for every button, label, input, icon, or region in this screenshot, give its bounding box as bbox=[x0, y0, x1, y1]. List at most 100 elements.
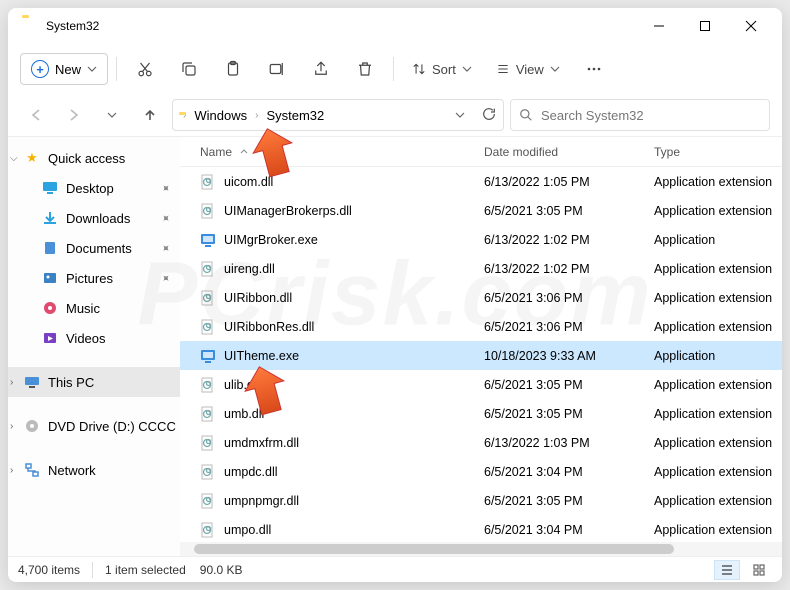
file-row[interactable]: umpo.dll6/5/2021 3:04 PMApplication exte… bbox=[180, 515, 782, 542]
file-name: UIManagerBrokerps.dll bbox=[224, 204, 352, 218]
file-row[interactable]: uicom.dll6/13/2022 1:05 PMApplication ex… bbox=[180, 167, 782, 196]
file-name: UIRibbonRes.dll bbox=[224, 320, 314, 334]
more-button[interactable] bbox=[574, 51, 614, 87]
sidebar-item-videos[interactable]: Videos bbox=[8, 323, 180, 353]
forward-button[interactable] bbox=[58, 99, 90, 131]
toolbar: + New Sort View bbox=[8, 44, 782, 94]
dll-icon bbox=[200, 290, 216, 306]
column-type[interactable]: Type bbox=[644, 145, 782, 159]
file-row[interactable]: uireng.dll6/13/2022 1:02 PMApplication e… bbox=[180, 254, 782, 283]
minimize-button[interactable] bbox=[636, 10, 682, 42]
file-row[interactable]: UIManagerBrokerps.dll6/5/2021 3:05 PMApp… bbox=[180, 196, 782, 225]
file-row[interactable]: UITheme.exe 10/18/2023 9:33 AMApplication bbox=[180, 341, 782, 370]
file-date: 6/5/2021 3:05 PM bbox=[474, 378, 644, 392]
chevron-down-icon bbox=[462, 64, 472, 74]
file-date: 6/5/2021 3:04 PM bbox=[474, 465, 644, 479]
navbar: › Windows › System32 Search System32 bbox=[8, 94, 782, 136]
file-date: 6/5/2021 3:05 PM bbox=[474, 494, 644, 508]
recent-dropdown[interactable] bbox=[96, 99, 128, 131]
dll-icon bbox=[200, 435, 216, 451]
up-button[interactable] bbox=[134, 99, 166, 131]
dll-icon bbox=[200, 464, 216, 480]
music-icon bbox=[42, 300, 58, 316]
app-icon bbox=[200, 348, 216, 364]
file-type: Application bbox=[644, 349, 782, 363]
search-input[interactable]: Search System32 bbox=[510, 99, 770, 131]
file-row[interactable]: ulib.dll6/5/2021 3:05 PMApplication exte… bbox=[180, 370, 782, 399]
folder-icon bbox=[22, 18, 38, 34]
file-name: umb.dll bbox=[224, 407, 264, 421]
videos-icon bbox=[42, 330, 58, 346]
file-row[interactable]: UIRibbonRes.dll6/5/2021 3:06 PMApplicati… bbox=[180, 312, 782, 341]
chevron-down-icon[interactable] bbox=[455, 108, 465, 123]
file-date: 6/5/2021 3:06 PM bbox=[474, 291, 644, 305]
new-button[interactable]: + New bbox=[20, 53, 108, 85]
dll-icon bbox=[200, 319, 216, 335]
sidebar-item-dvd[interactable]: ›DVD Drive (D:) CCCC bbox=[8, 411, 180, 441]
desktop-icon bbox=[42, 180, 58, 196]
sidebar-item-desktop[interactable]: Desktop✦ bbox=[8, 173, 180, 203]
breadcrumb[interactable]: System32 bbox=[262, 106, 328, 125]
details-view-button[interactable] bbox=[714, 560, 740, 580]
sidebar-item-downloads[interactable]: Downloads✦ bbox=[8, 203, 180, 233]
chevron-right-icon: › bbox=[10, 421, 13, 432]
column-date[interactable]: Date modified bbox=[474, 145, 644, 159]
file-list[interactable]: uicom.dll6/13/2022 1:05 PMApplication ex… bbox=[180, 167, 782, 542]
column-name[interactable]: Name bbox=[190, 145, 474, 159]
cut-button[interactable] bbox=[125, 51, 165, 87]
delete-button[interactable] bbox=[345, 51, 385, 87]
refresh-button[interactable] bbox=[481, 106, 497, 125]
documents-icon bbox=[42, 240, 58, 256]
column-headers: Name Date modified Type bbox=[180, 137, 782, 167]
maximize-button[interactable] bbox=[682, 10, 728, 42]
file-row[interactable]: umb.dll6/5/2021 3:05 PMApplication exten… bbox=[180, 399, 782, 428]
dll-icon bbox=[200, 522, 216, 538]
file-row[interactable]: UIRibbon.dll6/5/2021 3:06 PMApplication … bbox=[180, 283, 782, 312]
thumbnails-view-button[interactable] bbox=[746, 560, 772, 580]
share-button[interactable] bbox=[301, 51, 341, 87]
breadcrumb[interactable]: Windows bbox=[190, 106, 251, 125]
back-button[interactable] bbox=[20, 99, 52, 131]
file-name: umdmxfrm.dll bbox=[224, 436, 299, 450]
file-row[interactable]: umpnpmgr.dll6/5/2021 3:05 PMApplication … bbox=[180, 486, 782, 515]
view-button[interactable]: View bbox=[486, 51, 570, 87]
rename-button[interactable] bbox=[257, 51, 297, 87]
paste-button[interactable] bbox=[213, 51, 253, 87]
file-row[interactable]: umdmxfrm.dll6/13/2022 1:03 PMApplication… bbox=[180, 428, 782, 457]
file-row[interactable]: umpdc.dll6/5/2021 3:04 PMApplication ext… bbox=[180, 457, 782, 486]
dll-icon bbox=[200, 203, 216, 219]
file-type: Application extension bbox=[644, 204, 782, 218]
file-date: 6/5/2021 3:04 PM bbox=[474, 523, 644, 537]
close-button[interactable] bbox=[728, 10, 774, 42]
dll-icon bbox=[200, 493, 216, 509]
file-date: 6/5/2021 3:06 PM bbox=[474, 320, 644, 334]
pin-icon: ✦ bbox=[158, 270, 174, 286]
address-bar[interactable]: › Windows › System32 bbox=[172, 99, 504, 131]
file-date: 6/13/2022 1:02 PM bbox=[474, 262, 644, 276]
sidebar-item-documents[interactable]: Documents✦ bbox=[8, 233, 180, 263]
dll-icon bbox=[200, 377, 216, 393]
sort-button[interactable]: Sort bbox=[402, 51, 482, 87]
copy-button[interactable] bbox=[169, 51, 209, 87]
file-name: UITheme.exe bbox=[224, 349, 299, 363]
titlebar: System32 bbox=[8, 8, 782, 44]
file-date: 10/18/2023 9:33 AM bbox=[474, 349, 644, 363]
sort-icon bbox=[412, 62, 426, 76]
sidebar-item-network[interactable]: ›Network bbox=[8, 455, 180, 485]
chevron-right-icon: › bbox=[10, 377, 13, 388]
sidebar-item-pictures[interactable]: Pictures✦ bbox=[8, 263, 180, 293]
sidebar-item-music[interactable]: Music bbox=[8, 293, 180, 323]
star-icon: ★ bbox=[24, 150, 40, 166]
sidebar-item-quick-access[interactable]: ⌵ ★ Quick access bbox=[8, 143, 180, 173]
statusbar: 4,700 items 1 item selected 90.0 KB bbox=[8, 556, 782, 582]
file-row[interactable]: UIMgrBroker.exe6/13/2022 1:02 PMApplicat… bbox=[180, 225, 782, 254]
horizontal-scrollbar[interactable] bbox=[180, 542, 782, 556]
file-name: umpo.dll bbox=[224, 523, 271, 537]
file-date: 6/13/2022 1:03 PM bbox=[474, 436, 644, 450]
sidebar-item-this-pc[interactable]: ›This PC bbox=[8, 367, 180, 397]
file-date: 6/5/2021 3:05 PM bbox=[474, 407, 644, 421]
more-icon bbox=[585, 60, 603, 78]
pin-icon: ✦ bbox=[158, 240, 174, 256]
view-icon bbox=[496, 62, 510, 76]
dll-icon bbox=[200, 174, 216, 190]
